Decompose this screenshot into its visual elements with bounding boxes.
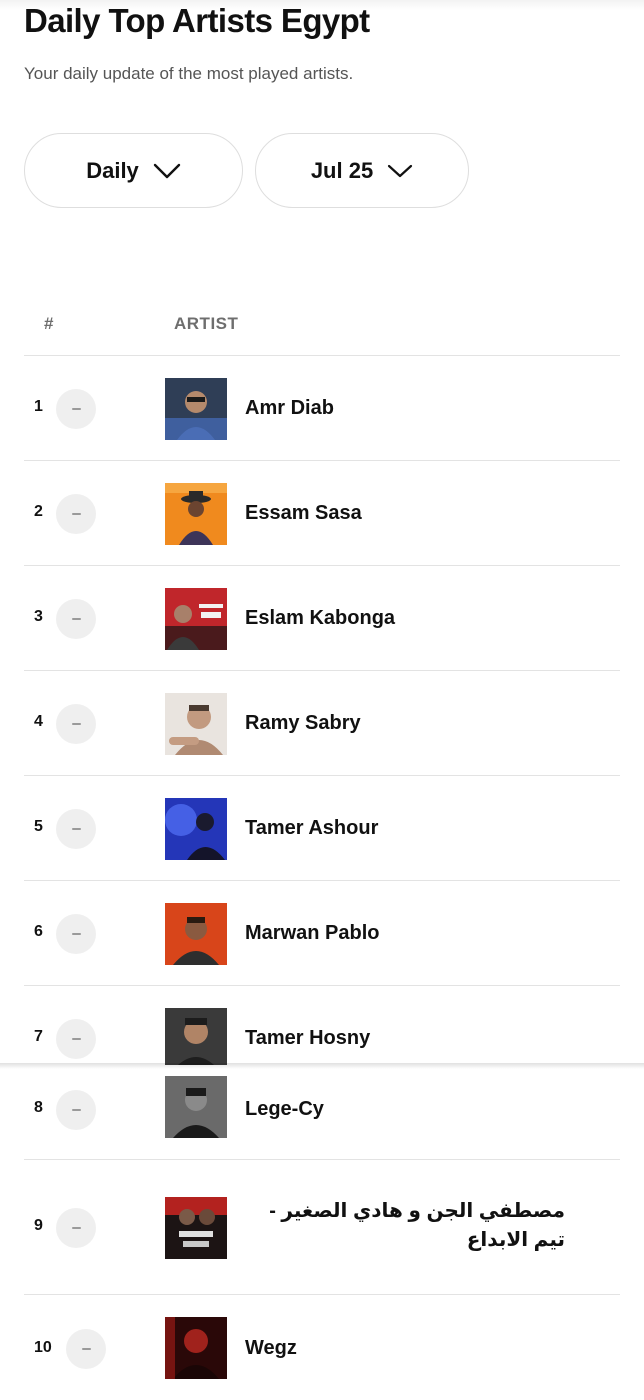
chevron-down-icon — [153, 163, 180, 178]
rank-number: 1 — [34, 398, 43, 415]
no-change-dash-icon — [56, 1090, 96, 1130]
rank-number: 10 — [34, 1339, 52, 1356]
artist-thumbnail[interactable] — [165, 798, 227, 860]
artist-thumbnail[interactable] — [165, 903, 227, 965]
table-row[interactable]: 7 Tamer Hosny — [24, 986, 620, 1065]
rank-number: 6 — [34, 923, 43, 940]
rank-number: 2 — [34, 503, 43, 520]
date-dropdown[interactable]: Jul 25 — [255, 133, 469, 208]
artist-name[interactable]: Lege-Cy — [245, 1098, 324, 1121]
no-change-dash-icon — [56, 494, 96, 534]
no-change-dash-icon — [66, 1329, 106, 1369]
no-change-dash-icon — [56, 1019, 96, 1059]
date-dropdown-label: Jul 25 — [310, 157, 374, 183]
table-row[interactable]: 9 مصطفي الجن و هادي الصغير - تيم الابداع — [24, 1160, 620, 1295]
rank-number: 3 — [34, 608, 43, 625]
period-dropdown-label: Daily — [86, 157, 139, 183]
artist-name[interactable]: Eslam Kabonga — [245, 607, 395, 630]
rank-number: 7 — [34, 1028, 43, 1045]
screenshot-seam — [0, 1063, 644, 1069]
rank-number: 9 — [34, 1217, 43, 1234]
column-header-artist: ARTIST — [174, 314, 239, 333]
artist-thumbnail[interactable] — [165, 1317, 227, 1379]
table-header: # ARTIST — [24, 300, 620, 356]
artist-thumbnail[interactable] — [165, 1076, 227, 1138]
artist-thumbnail[interactable] — [165, 693, 227, 755]
table-row[interactable]: 1 Amr Diab — [24, 356, 620, 461]
artist-thumbnail[interactable] — [165, 588, 227, 650]
table-row[interactable]: 4 Ramy Sabry — [24, 671, 620, 776]
table-row[interactable]: 10 Wegz — [24, 1295, 620, 1400]
artist-thumbnail[interactable] — [165, 483, 227, 545]
artist-thumbnail[interactable] — [165, 1008, 227, 1065]
artist-name[interactable]: Wegz — [245, 1337, 297, 1360]
artist-name[interactable]: مصطفي الجن و هادي الصغير - تيم الابداع — [245, 1197, 565, 1255]
artist-name[interactable]: Marwan Pablo — [245, 922, 379, 945]
no-change-dash-icon — [56, 1208, 96, 1248]
no-change-dash-icon — [56, 389, 96, 429]
no-change-dash-icon — [56, 599, 96, 639]
table-row[interactable]: 6 Marwan Pablo — [24, 881, 620, 986]
artist-thumbnail[interactable] — [165, 378, 227, 440]
artist-name[interactable]: Ramy Sabry — [245, 712, 361, 735]
table-row[interactable]: 5 Tamer Ashour — [24, 776, 620, 881]
artist-thumbnail[interactable] — [165, 1197, 227, 1259]
chevron-down-icon — [388, 164, 413, 177]
no-change-dash-icon — [56, 914, 96, 954]
column-header-rank: # — [44, 314, 54, 333]
rank-number: 8 — [34, 1099, 43, 1116]
period-dropdown[interactable]: Daily — [24, 133, 243, 208]
table-row[interactable]: 8 Lege-Cy — [24, 1070, 620, 1160]
rank-number: 4 — [34, 713, 43, 730]
artist-name[interactable]: Amr Diab — [245, 397, 334, 420]
artists-table: # ARTIST 1 Amr Diab 2 Essam Sasa 3 Eslam… — [24, 300, 620, 1379]
no-change-dash-icon — [56, 809, 96, 849]
table-row[interactable]: 2 Essam Sasa — [24, 461, 620, 566]
table-row[interactable]: 3 Eslam Kabonga — [24, 566, 620, 671]
artist-name[interactable]: Tamer Ashour — [245, 817, 378, 840]
rank-number: 5 — [34, 818, 43, 835]
no-change-dash-icon — [56, 704, 96, 744]
artist-name[interactable]: Essam Sasa — [245, 502, 362, 525]
page-title: Daily Top Artists Egypt — [24, 2, 370, 39]
page-subtitle: Your daily update of the most played art… — [24, 64, 354, 83]
artist-name[interactable]: Tamer Hosny — [245, 1027, 370, 1050]
